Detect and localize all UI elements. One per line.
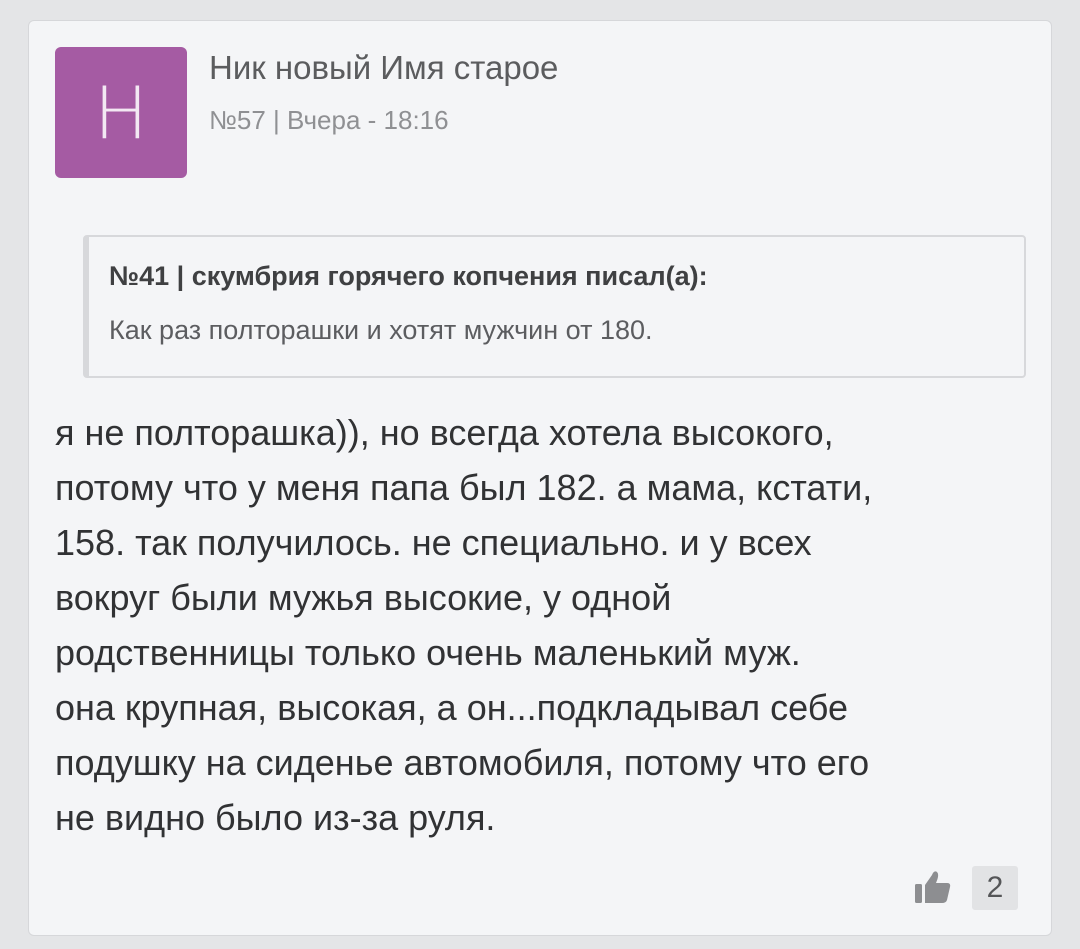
thumbs-up-icon[interactable] [913,867,953,907]
quote-title: №41 | скумбрия горячего копчения писал(а… [109,261,708,291]
post-meta: №57 | Вчера - 18:16 [209,105,449,135]
avatar-letter: Н [93,70,149,155]
avatar[interactable]: Н [55,47,187,178]
like-count[interactable]: 2 [972,866,1018,910]
post-body: я не полторашка)), но всегда хотела высо… [55,412,873,838]
post-card: Н Ник новый Имя старое №57 | Вчера - 18:… [28,20,1052,936]
author-name[interactable]: Ник новый Имя старое [209,49,558,87]
quote-text: Как раз полторашки и хотят мужчин от 180… [109,315,653,345]
quote-block: №41 | скумбрия горячего копчения писал(а… [83,235,1026,378]
